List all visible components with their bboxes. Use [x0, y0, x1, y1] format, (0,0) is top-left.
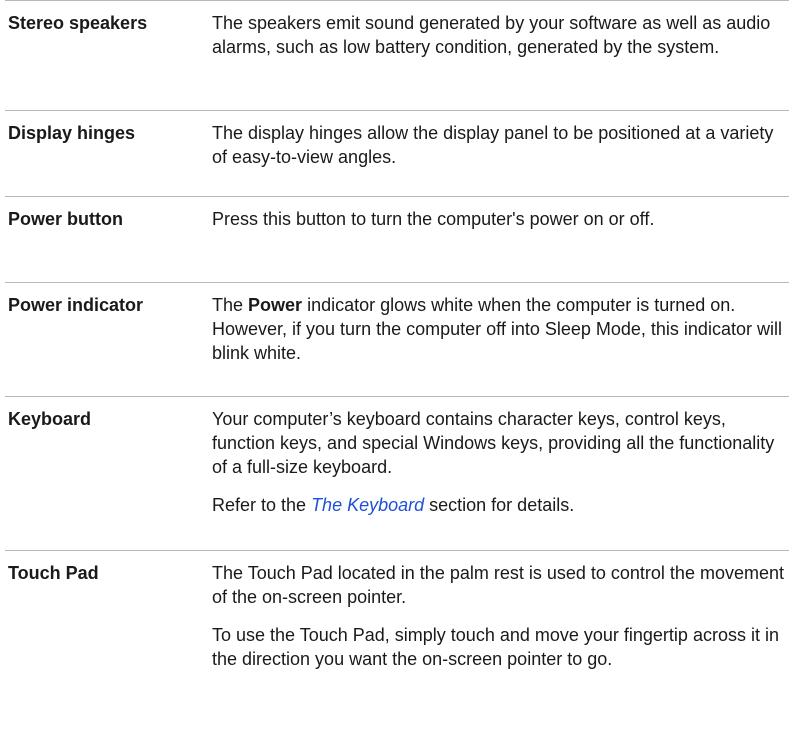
description: The display hinges allow the display pan… [212, 111, 786, 169]
table-row-stereo-speakers: Stereo speakers The speakers emit sound … [5, 0, 789, 110]
table-row-touch-pad: Touch Pad The Touch Pad located in the p… [5, 550, 789, 728]
description-paragraph: Your computer’s keyboard contains charac… [212, 409, 775, 477]
description: The Touch Pad located in the palm rest i… [212, 551, 786, 671]
description-paragraph: Refer to the The Keyboard section for de… [212, 495, 575, 515]
description-paragraph: The speakers emit sound generated by you… [212, 13, 771, 57]
description-paragraph: The display hinges allow the display pan… [212, 123, 774, 167]
term-label: Touch Pad [8, 563, 99, 583]
term-label: Power indicator [8, 295, 144, 315]
description: Your computer’s keyboard contains charac… [212, 397, 786, 517]
table-row-keyboard: Keyboard Your computer’s keyboard contai… [5, 396, 789, 550]
term-label: Stereo speakers [8, 13, 148, 33]
description: The Power indicator glows white when the… [212, 283, 786, 365]
term-label: Keyboard [8, 409, 92, 429]
component-table: Stereo speakers The speakers emit sound … [5, 0, 789, 728]
description-paragraph: The Touch Pad located in the palm rest i… [212, 563, 784, 607]
description: Press this button to turn the computer's… [212, 197, 786, 231]
description: The speakers emit sound generated by you… [212, 1, 786, 59]
table-row-power-indicator: Power indicator The Power indicator glow… [5, 282, 789, 396]
table-row-display-hinges: Display hinges The display hinges allow … [5, 110, 789, 196]
bold-term: Power [248, 295, 303, 315]
term-label: Power button [8, 209, 123, 229]
description-paragraph: The Power indicator glows white when the… [212, 295, 782, 363]
the-keyboard-link[interactable]: The Keyboard [311, 495, 424, 515]
table-row-power-button: Power button Press this button to turn t… [5, 196, 789, 282]
description-paragraph: Press this button to turn the computer's… [212, 209, 655, 229]
term-label: Display hinges [8, 123, 136, 143]
description-paragraph: To use the Touch Pad, simply touch and m… [212, 625, 779, 669]
